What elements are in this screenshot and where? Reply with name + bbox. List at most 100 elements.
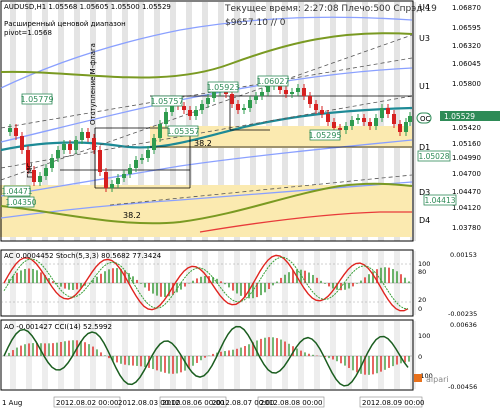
ac-bar [100, 273, 102, 283]
candle-body [356, 118, 360, 120]
ao-bar [312, 354, 314, 356]
candle-body [38, 176, 42, 182]
ao-bar [156, 356, 158, 371]
alpari-logo: alpari [414, 374, 449, 384]
ao-bar [180, 356, 182, 373]
price-tick: 1.05420 [452, 124, 481, 132]
ac-bar [276, 281, 278, 283]
ac-bar [144, 283, 146, 288]
ac-bar [400, 274, 402, 283]
chart-canvas[interactable]: 1.05779 1.05757 1.05923 1.06027 1.05357 … [0, 0, 500, 408]
ac-bar [368, 274, 370, 283]
ac-axis: 0.00153 100 80 20 0 -0.00235 [418, 251, 477, 318]
candle-body [110, 184, 114, 188]
callout-label: 1.06027 [256, 77, 289, 86]
ao-bar [336, 356, 338, 362]
label-u1: U1 [419, 82, 430, 91]
ao-bar [240, 347, 242, 356]
ac-bar [40, 272, 42, 283]
ac-bar [268, 283, 270, 290]
ac-bar [16, 272, 18, 283]
vertical-band [186, 321, 192, 389]
axis-tick: 80 [418, 268, 426, 276]
ac-bar [72, 283, 74, 290]
ao-bar [264, 337, 266, 356]
ac-bar [116, 268, 118, 283]
ac-bar [396, 271, 398, 283]
ao-bar [372, 356, 374, 375]
ac-bar [324, 283, 326, 284]
ac-stoch-label: AC 0.0004452 Stoch(5,3,3) 80.5682 77.342… [4, 252, 162, 260]
ao-bar [396, 356, 398, 365]
ao-bar [260, 338, 262, 356]
candle-body [380, 108, 384, 118]
ac-bar [160, 283, 162, 297]
ao-bar [152, 356, 154, 370]
ao-bar [280, 339, 282, 356]
ao-bar [192, 356, 194, 366]
ac-bar [332, 283, 334, 289]
ac-bar [388, 267, 390, 283]
price-tick: 1.06045 [452, 60, 481, 68]
candle-body [308, 96, 312, 104]
ac-bar [348, 283, 350, 289]
candle-body [104, 172, 108, 188]
candle-body [200, 104, 204, 110]
ao-bar [20, 345, 22, 356]
ac-bar [68, 283, 70, 290]
candle-body [158, 124, 162, 138]
candle-body [44, 168, 48, 176]
ac-bar [188, 283, 190, 284]
logo-mark [414, 374, 422, 382]
ao-bar [340, 356, 342, 364]
callout-label: 1.05028 [418, 152, 449, 161]
candle-body [62, 144, 66, 150]
fib-label: 38.2 [194, 139, 212, 148]
ao-bar [244, 346, 246, 356]
ao-bar [52, 343, 54, 356]
price-tick: 1.06870 [452, 4, 481, 12]
ac-bar [112, 268, 114, 283]
ao-bar [120, 356, 122, 364]
ac-bar [224, 283, 226, 285]
ao-bar [68, 340, 70, 356]
ao-bar [108, 356, 110, 359]
candle-body [320, 110, 324, 114]
candle-body [368, 122, 372, 126]
callout-label: 1.04413 [424, 196, 455, 205]
chart-window[interactable]: 1.05779 1.05757 1.05923 1.06027 1.05357 … [0, 0, 500, 408]
ao-bar [124, 356, 126, 365]
candle-body [236, 104, 240, 110]
ac-bar [20, 270, 22, 283]
label-u4: U4 [419, 3, 430, 12]
ac-bar [344, 283, 346, 290]
candle-body [254, 96, 258, 100]
ao-bar [100, 352, 102, 356]
ac-bar [28, 268, 30, 283]
candle-body [128, 168, 132, 174]
axis-tick: 0 [418, 353, 422, 361]
ao-bar [12, 350, 14, 356]
time-label: 2012.08.08 00:00 [260, 399, 322, 407]
ao-bar [32, 343, 34, 356]
current-price-label: 1.05529 [444, 112, 475, 121]
candle-body [92, 138, 96, 150]
ao-bar [392, 356, 394, 367]
candle-body [332, 122, 336, 128]
ac-bar [312, 274, 314, 283]
time-axis: 1 Aug 2012.08.02 00:00 2012.08.03 00:00 … [2, 396, 424, 408]
candle-body [116, 178, 120, 184]
candle-body [182, 106, 186, 110]
ac-bar [220, 281, 222, 283]
ao-bar [140, 356, 142, 367]
ac-bar [328, 283, 330, 287]
callout-label: 1.04471 [1, 187, 32, 196]
candle-body [20, 136, 24, 150]
ac-bar [140, 283, 142, 284]
candle-body [212, 92, 216, 98]
ao-bar [328, 356, 330, 359]
ao-bar [84, 342, 86, 356]
ac-bar [352, 283, 354, 287]
time-label: 1 Aug [2, 399, 22, 407]
axis-tick: 100 [418, 332, 430, 340]
